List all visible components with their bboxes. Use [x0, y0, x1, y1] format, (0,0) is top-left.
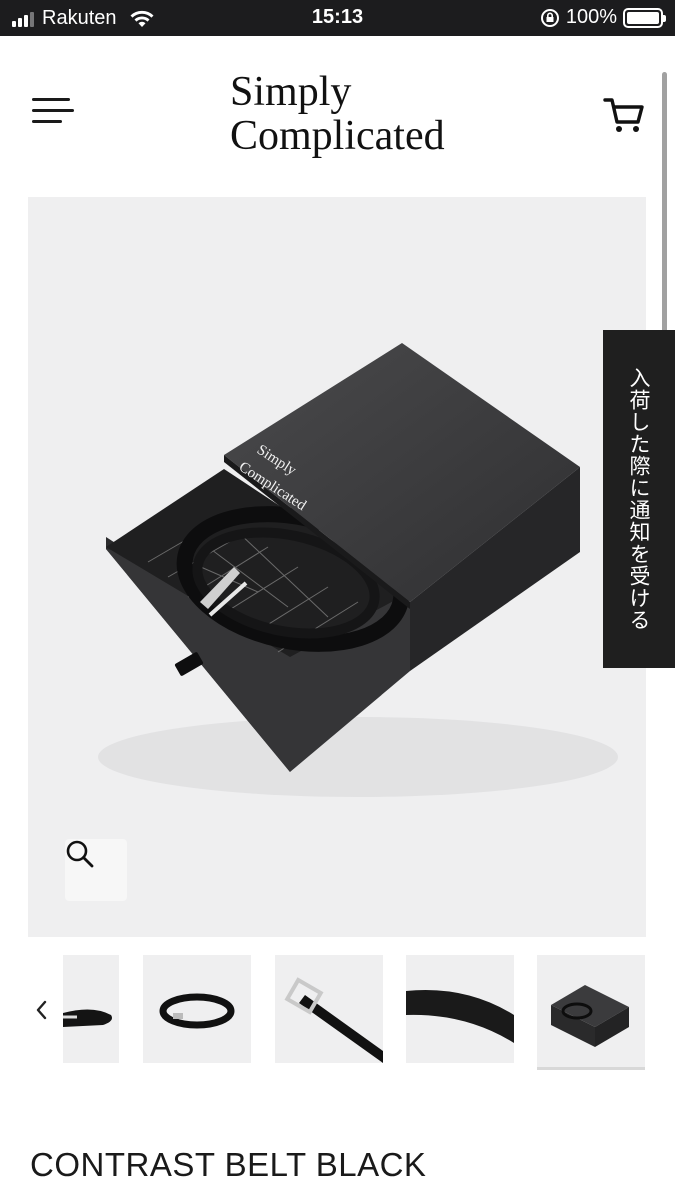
thumbnail-belt-coiled[interactable] [143, 955, 251, 1063]
cart-icon[interactable] [603, 94, 645, 136]
zoom-button[interactable] [65, 839, 127, 901]
page-scrollbar[interactable] [662, 72, 667, 357]
battery-icon [623, 7, 666, 28]
orientation-lock-icon [540, 8, 559, 27]
battery-percent: 100% [565, 6, 617, 28]
restock-notify-label: 入荷した際に通知を受ける [627, 367, 651, 631]
hamburger-menu-icon[interactable] [32, 98, 74, 132]
restock-notify-tab[interactable]: 入荷した際に通知を受ける [603, 330, 675, 668]
product-main-image[interactable]: Simply Complicated [28, 197, 646, 937]
brand-logo[interactable]: Simply Complicated [230, 70, 445, 158]
brand-line-2: Complicated [230, 113, 445, 159]
search-icon [66, 840, 94, 868]
site-header: Simply Complicated [0, 36, 675, 196]
thumbnail-belt-buckle[interactable] [275, 955, 383, 1063]
thumbnail-belt-box[interactable] [537, 955, 645, 1070]
chevron-left-icon[interactable] [30, 995, 52, 1025]
thumbnail-belt-side[interactable] [63, 955, 119, 1063]
thumbnail-gallery [0, 955, 675, 1071]
status-right: 100% [540, 6, 666, 29]
status-bar: Rakuten 15:13 100% [0, 0, 675, 36]
brand-line-1: Simply [230, 69, 352, 115]
belt-box-illustration: Simply Complicated [98, 343, 618, 797]
thumbnail-belt-strap-detail[interactable] [406, 955, 514, 1063]
product-title: CONTRAST BELT BLACK [30, 1146, 427, 1183]
